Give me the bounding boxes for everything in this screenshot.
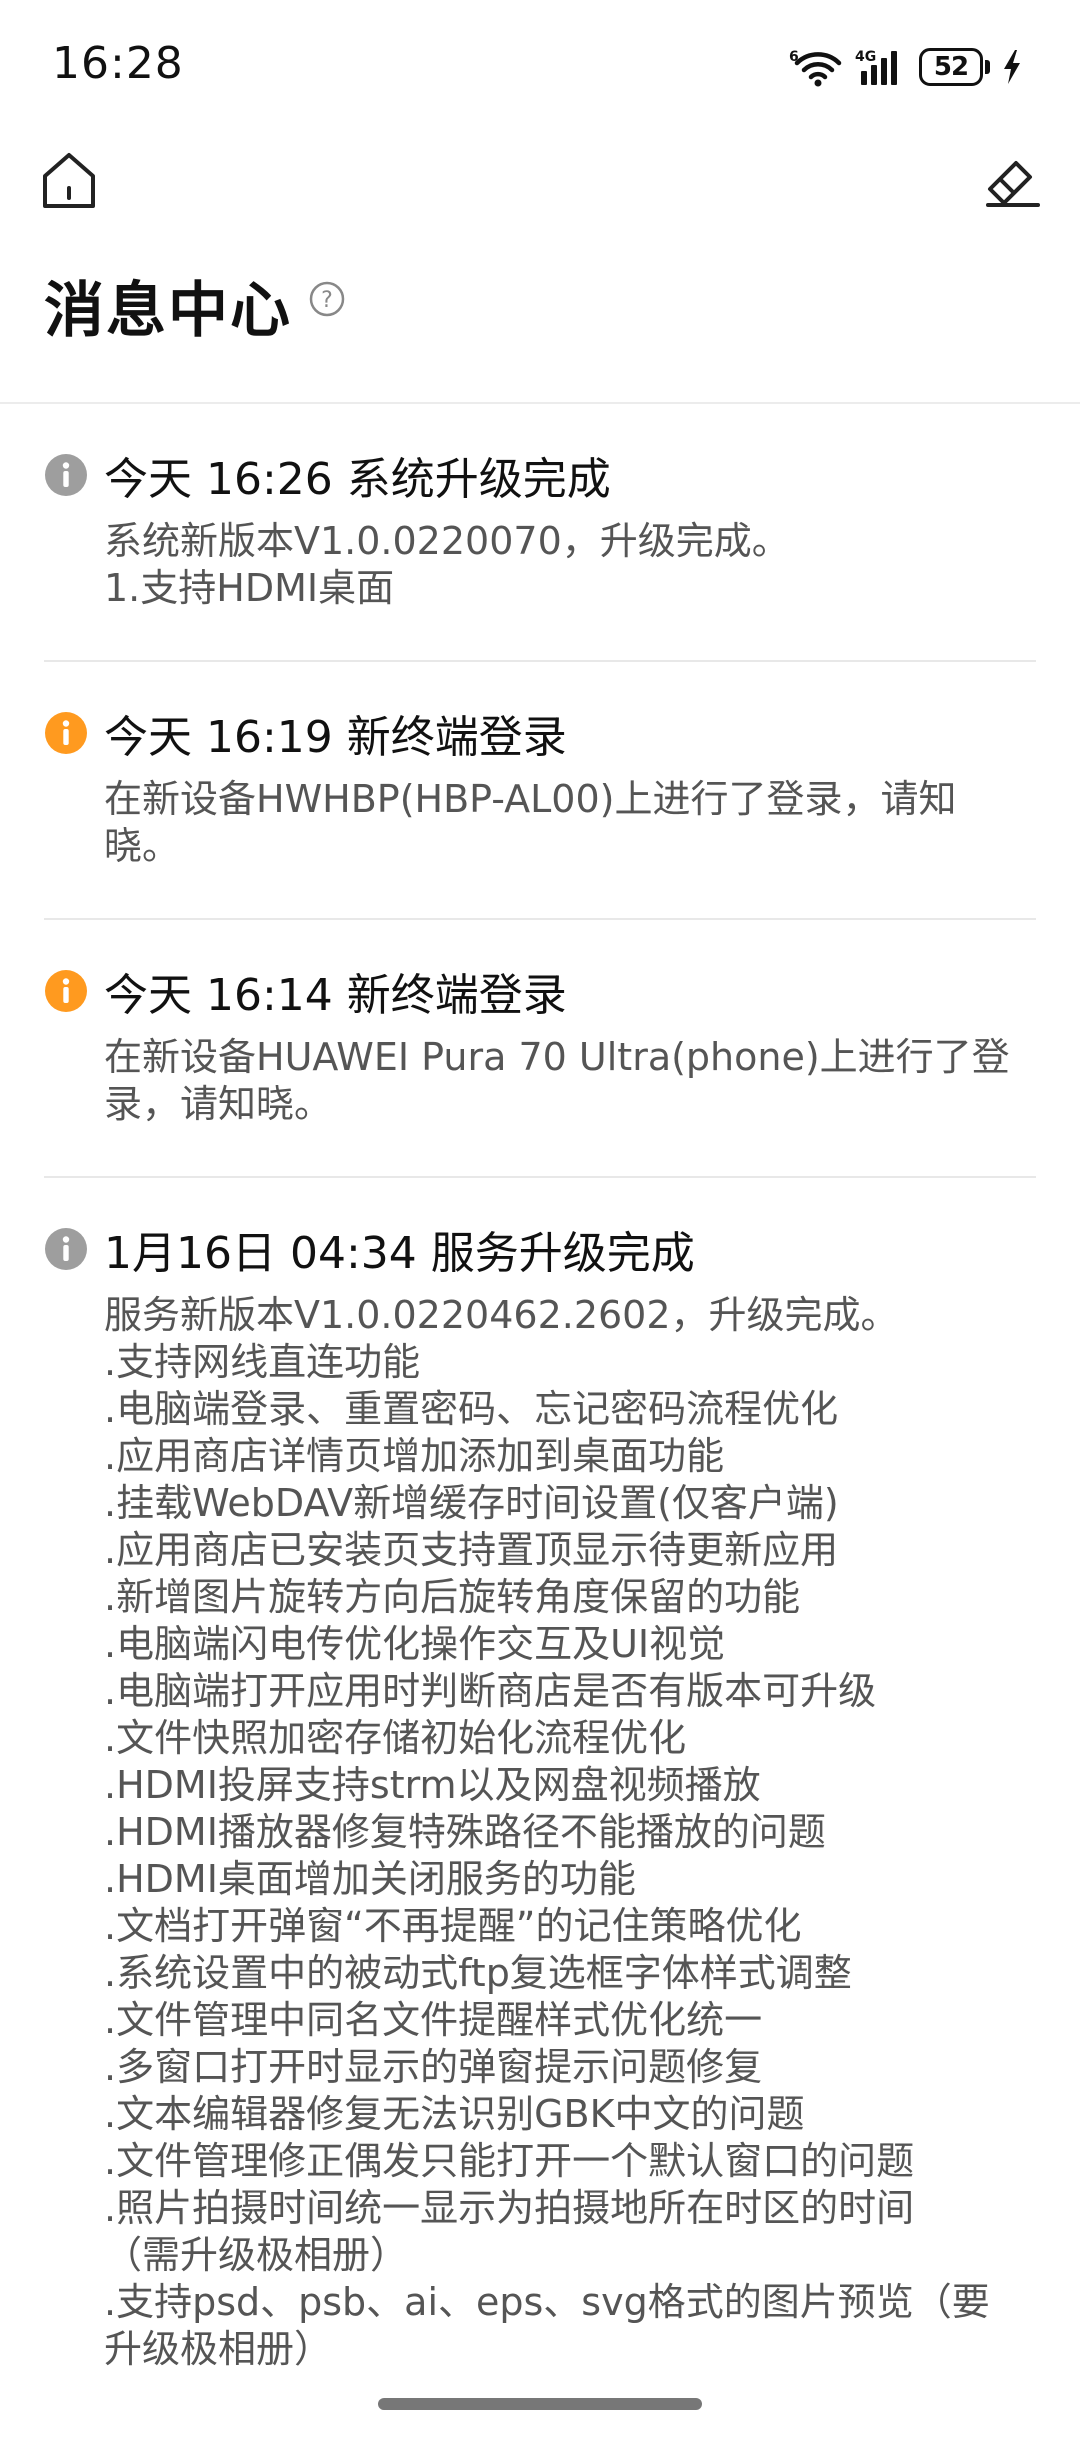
status-bar: 16:28 6 4G 52 xyxy=(0,0,1080,130)
message-body: 在新设备HUAWEI Pura 70 Ultra(phone)上进行了登 录，请… xyxy=(104,1035,1010,1126)
message-body: 系统新版本V1.0.0220070，升级完成。 1.支持HDMI桌面 xyxy=(104,519,790,610)
message-title: 今天 16:26 系统升级完成 xyxy=(104,454,611,505)
warning-icon xyxy=(45,970,87,1012)
info-icon xyxy=(45,454,87,496)
network-label: 4G xyxy=(855,49,876,65)
message-item[interactable]: 今天 16:26 系统升级完成 系统新版本V1.0.0220070，升级完成。 … xyxy=(44,404,1036,662)
message-title: 1月16日 04:34 服务升级完成 xyxy=(104,1228,695,1279)
home-button[interactable] xyxy=(34,146,104,216)
message-title: 今天 16:19 新终端登录 xyxy=(104,712,567,763)
eraser-icon xyxy=(986,161,1040,207)
page-title: 消息中心 xyxy=(44,276,292,346)
home-icon xyxy=(43,153,95,208)
help-icon[interactable]: ? xyxy=(308,280,346,318)
message-list: 今天 16:26 系统升级完成 系统新版本V1.0.0220070，升级完成。 … xyxy=(0,404,1080,2421)
message-body: 服务新版本V1.0.0220462.2602，升级完成。 .支持网线直连功能 .… xyxy=(104,1293,990,2371)
info-icon xyxy=(45,1228,87,1270)
message-item[interactable]: 今天 16:19 新终端登录 在新设备HWHBP(HBP-AL00)上进行了登录… xyxy=(44,662,1036,920)
clock: 16:28 xyxy=(52,38,184,89)
message-body: 在新设备HWHBP(HBP-AL00)上进行了登录，请知 晓。 xyxy=(104,777,957,868)
cellular-signal-icon: 4G xyxy=(855,49,897,85)
bottom-overlay xyxy=(0,2388,1080,2438)
page-header: 消息中心 ? xyxy=(44,266,346,356)
svg-text:?: ? xyxy=(321,288,333,313)
message-item[interactable]: 1月16日 04:34 服务升级完成 服务新版本V1.0.0220462.260… xyxy=(44,1178,1036,2421)
battery-icon: 52 xyxy=(919,48,990,86)
message-title: 今天 16:14 新终端登录 xyxy=(104,970,567,1021)
charging-icon xyxy=(1004,50,1020,84)
message-item[interactable]: 今天 16:14 新终端登录 在新设备HUAWEI Pura 70 Ultra(… xyxy=(44,920,1036,1178)
home-indicator[interactable] xyxy=(378,2398,702,2410)
battery-level: 52 xyxy=(919,48,983,86)
wifi-icon: 6 xyxy=(789,49,842,87)
edit-button[interactable] xyxy=(974,146,1050,216)
status-icons: 6 4G 52 xyxy=(789,42,1022,92)
warning-icon xyxy=(45,712,87,754)
